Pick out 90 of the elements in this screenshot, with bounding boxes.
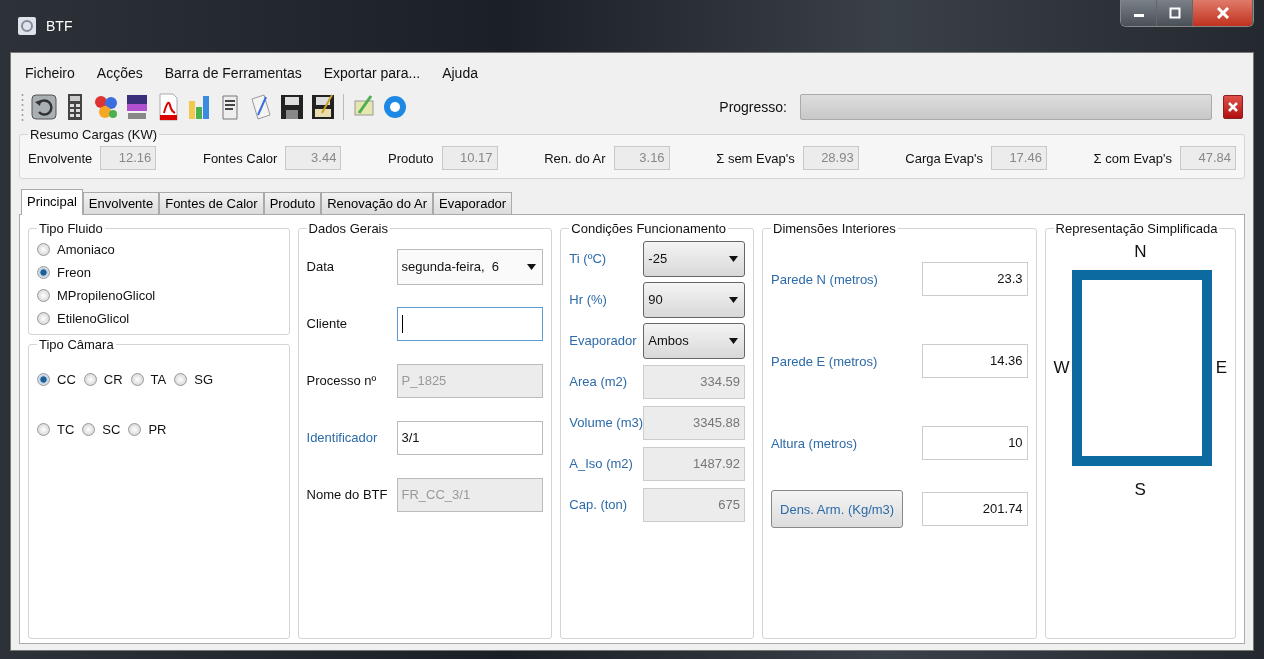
radio-option[interactable]: MPropilenoGlicol [37,284,281,307]
number-field[interactable]: 10 [921,426,1028,460]
number-field[interactable]: 675 [643,487,745,522]
save-edit-icon[interactable] [310,93,336,121]
save-icon[interactable] [279,93,305,121]
tab[interactable]: Evaporador [432,192,513,214]
toolbar-grip-icon [21,92,24,122]
field-label: Area (m2) [569,374,629,389]
radio-option[interactable]: Amoniaco [37,238,281,261]
group-title: Dimensões Interiores [772,221,897,236]
field-label: Altura (metros) [771,435,857,451]
tab[interactable]: Renovação do Ar [321,192,433,214]
dropdown[interactable]: 90 [643,281,745,318]
field-label: Data [306,259,335,274]
summary-label: Σ com Evap's [1093,150,1172,166]
field-label: Ti (ºC) [569,251,608,266]
image-icon[interactable] [124,93,150,121]
group-title: Tipo Câmara [38,337,115,352]
text-field[interactable]: 3/1 [396,420,544,455]
field-label: Volume (m3) [569,415,642,430]
field-label: Evaporador [569,333,638,348]
window-title: BTF [46,18,73,34]
bar-chart-icon[interactable] [186,93,212,121]
maximize-button[interactable] [1157,0,1193,26]
caret-icon [729,255,738,262]
close-button[interactable] [1193,0,1253,26]
radio-option[interactable]: PR [128,421,167,437]
field-label: Nome do BTF [306,487,389,502]
tab[interactable]: Envolvente [82,192,160,214]
caret-icon [527,263,537,270]
number-field[interactable]: 1487.92 [643,446,745,481]
radio-option[interactable]: CR [83,371,123,387]
radio-option[interactable]: SG [174,371,213,387]
field-label: Cap. (ton) [569,497,629,512]
summary-label: Ren. do Ar [544,150,606,166]
undo-icon[interactable] [31,93,57,121]
tab[interactable]: Principal [21,189,83,215]
radio-option[interactable]: SC [82,421,121,437]
tab[interactable]: Produto [263,192,322,214]
summary-label: Produto [388,150,434,166]
density-button[interactable]: Dens. Arm. (Kg/m3) [771,490,904,528]
radio-option[interactable]: Freon [37,261,281,284]
group-title: Tipo Fluido [38,221,104,236]
number-field[interactable]: 14.36 [921,344,1028,378]
radio-option[interactable]: TC [37,421,75,437]
field-label: Identificador [306,430,379,445]
compass-label: W [1053,358,1070,378]
number-field[interactable]: 3345.88 [643,405,745,440]
tab[interactable]: Fontes de Calor [159,192,264,214]
field-label: Hr (%) [569,292,608,307]
maximize-icon [1168,7,1181,19]
group-title: Resumo Cargas (KW) [29,127,159,142]
group-title: Dados Gerais [307,221,389,236]
caret-icon [729,296,738,303]
summary-label: Carga Evap's [905,150,983,166]
close-icon [1227,101,1239,113]
minimize-button[interactable] [1121,0,1157,26]
number-field[interactable]: 23.3 [921,262,1028,296]
menu-item[interactable]: Ficheiro [25,65,75,81]
menu-item[interactable]: Acções [96,65,143,81]
cancel-button[interactable] [1223,95,1243,119]
summary-label: Fontes Calor [202,150,278,166]
number-field[interactable]: 201.74 [921,492,1028,526]
group-title: Representação Simplificada [1054,221,1219,236]
field-label: Cliente [306,316,348,331]
dropdown[interactable]: -25 [643,240,745,277]
app-icon [18,17,36,35]
field-label: A_Iso (m2) [569,456,634,471]
radio-option[interactable]: EtilenoGlicol [37,307,281,330]
text-field[interactable] [396,306,544,341]
progress-label: Progresso: [719,99,787,115]
radio-option[interactable]: CC [37,371,76,387]
field-label: Parede E (metros) [771,353,878,369]
summary-label: Envolvente [28,150,93,166]
group-title: Condições Funcionamento [570,221,727,236]
compass-label: S [1134,480,1146,500]
compass-label: E [1215,358,1227,378]
summary-label: Σ sem Evap's [716,150,795,166]
menu-item[interactable]: Barra de Ferramentas [164,65,302,81]
date-picker[interactable]: segunda-feira, 6 [396,248,544,285]
caret-icon [729,337,738,344]
radio-option[interactable]: TA [130,371,167,387]
menu-item[interactable]: Ajuda [442,65,478,81]
field-label: Parede N (metros) [771,271,878,287]
close-icon [1215,7,1230,19]
compass-label: N [1134,242,1147,262]
number-field[interactable]: 334.59 [643,364,745,399]
dropdown[interactable]: Ambos [643,322,745,359]
field-label: Processo nº [306,373,378,388]
menu-item[interactable]: Exportar para... [323,65,421,81]
